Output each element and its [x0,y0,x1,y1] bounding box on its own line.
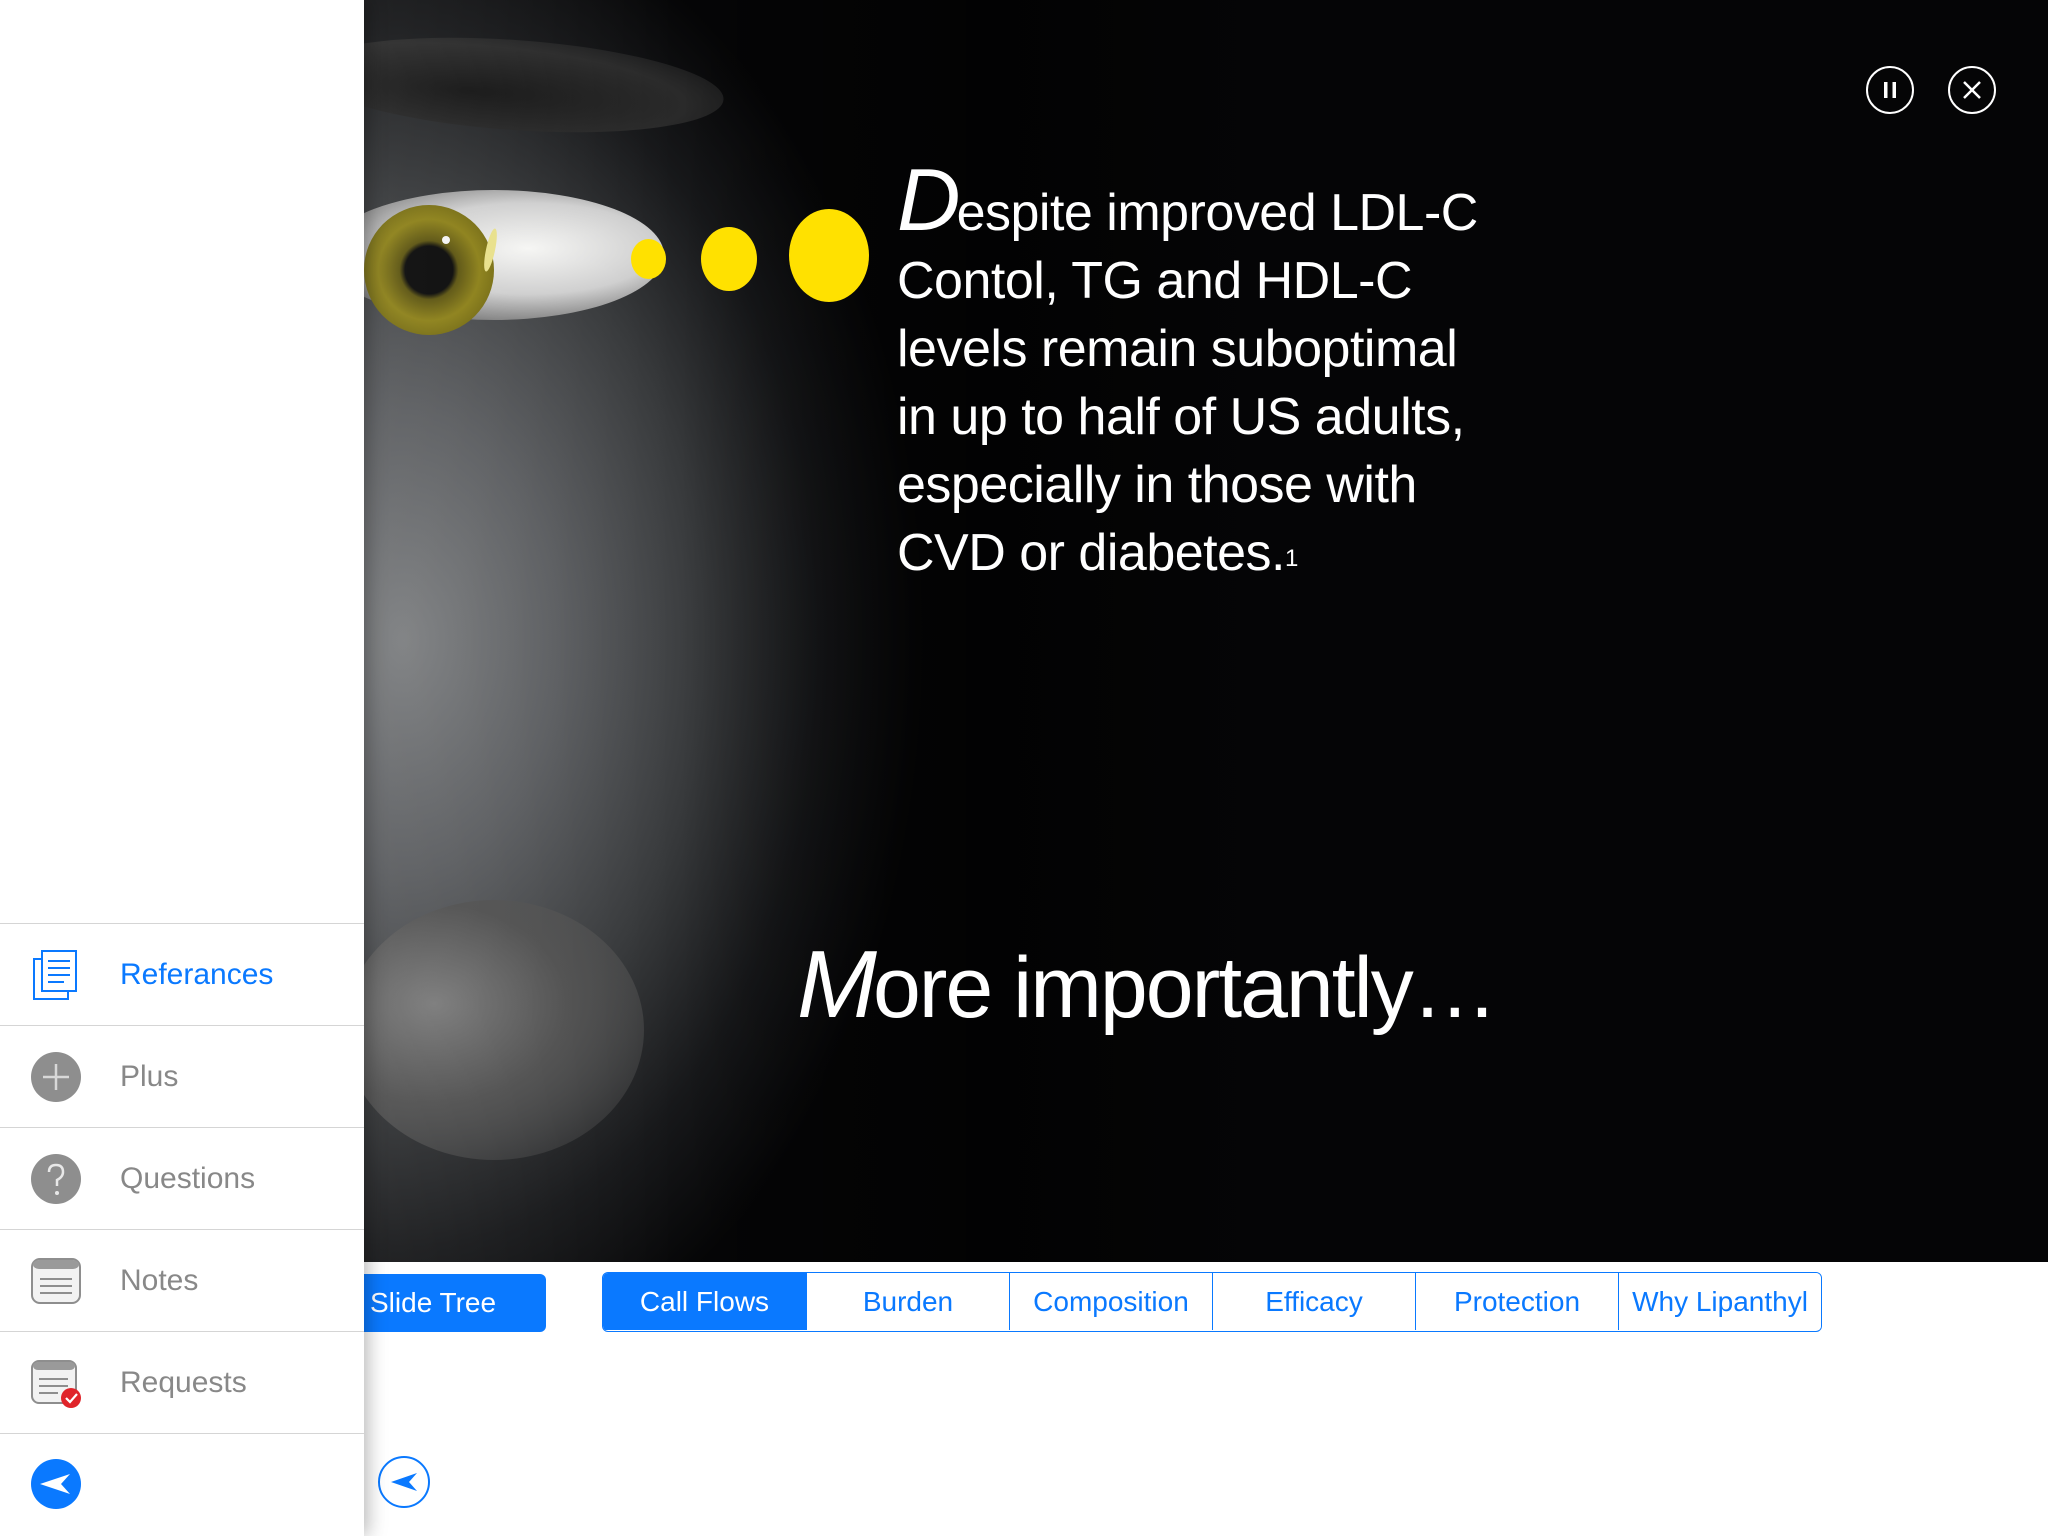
tab-efficacy[interactable]: Efficacy [1212,1273,1415,1330]
menu-item-label: Questions [120,1161,256,1195]
side-menu-list: Referances Plus Questions Notes Requests [0,923,364,1533]
subheadline-text: ore importantly… [872,940,1498,1036]
slide-headline: Despite improved LDL-C Contol, TG and HD… [897,156,1537,587]
menu-back-item[interactable] [0,1433,364,1533]
tab-call-flows[interactable]: Call Flows [603,1273,806,1330]
tab-protection[interactable]: Protection [1415,1273,1618,1330]
requests-icon [31,1359,81,1408]
collapse-menu-button[interactable] [378,1456,430,1508]
pause-icon [1884,82,1896,98]
headline-line-6: CVD or diabetes. [897,524,1285,582]
headline-drop-cap: D [897,150,961,249]
menu-item-label: Requests [120,1365,247,1399]
menu-item-referances[interactable]: Referances [0,923,364,1025]
back-arrow-icon [391,1473,417,1491]
presentation-slide: Despite improved LDL-C Contol, TG and HD… [364,0,2048,1262]
menu-item-notes[interactable]: Notes [0,1229,364,1331]
headline-line-1: espite improved LDL-C [956,184,1479,242]
back-arrow-icon [31,1458,81,1509]
yellow-dot-medium [701,227,757,291]
section-tab-bar: Slide Tree Call Flows Burden Composition… [356,1262,2048,1347]
menu-item-requests[interactable]: Requests [0,1331,364,1433]
tab-composition[interactable]: Composition [1009,1273,1212,1330]
menu-item-label: Referances [120,957,274,991]
footnote-marker: 1 [1284,545,1298,572]
headline-line-5: especially in those with [897,456,1417,514]
yellow-dot-small [631,239,666,279]
section-tabs: Call Flows Burden Composition Efficacy P… [602,1272,1822,1332]
slide-subheadline: More importantly… [797,930,1498,1040]
tab-burden[interactable]: Burden [806,1273,1009,1330]
plus-circle-icon [31,1051,81,1102]
menu-item-label: Plus [120,1059,179,1093]
menu-item-plus[interactable]: Plus [0,1025,364,1127]
tab-why-lipanthyl[interactable]: Why Lipanthyl [1618,1273,1821,1330]
menu-item-questions[interactable]: Questions [0,1127,364,1229]
notes-icon [31,1257,81,1304]
headline-line-2: Contol, TG and HDL-C [897,252,1413,310]
close-icon [1963,81,1981,99]
yellow-dot-large [789,209,869,302]
headline-line-3: levels remain suboptimal [897,320,1458,378]
side-menu: Referances Plus Questions Notes Requests [0,0,364,1536]
close-button[interactable] [1948,66,1996,114]
document-icon [33,949,77,1000]
question-icon [31,1153,81,1204]
headline-line-4: in up to half of US adults, [897,388,1465,446]
pause-button[interactable] [1866,66,1914,114]
menu-item-label: Notes [120,1263,199,1297]
slide-tree-button[interactable]: Slide Tree [356,1274,546,1332]
subheadline-drop-cap: M [797,931,877,1038]
lower-panel [364,1346,2048,1536]
